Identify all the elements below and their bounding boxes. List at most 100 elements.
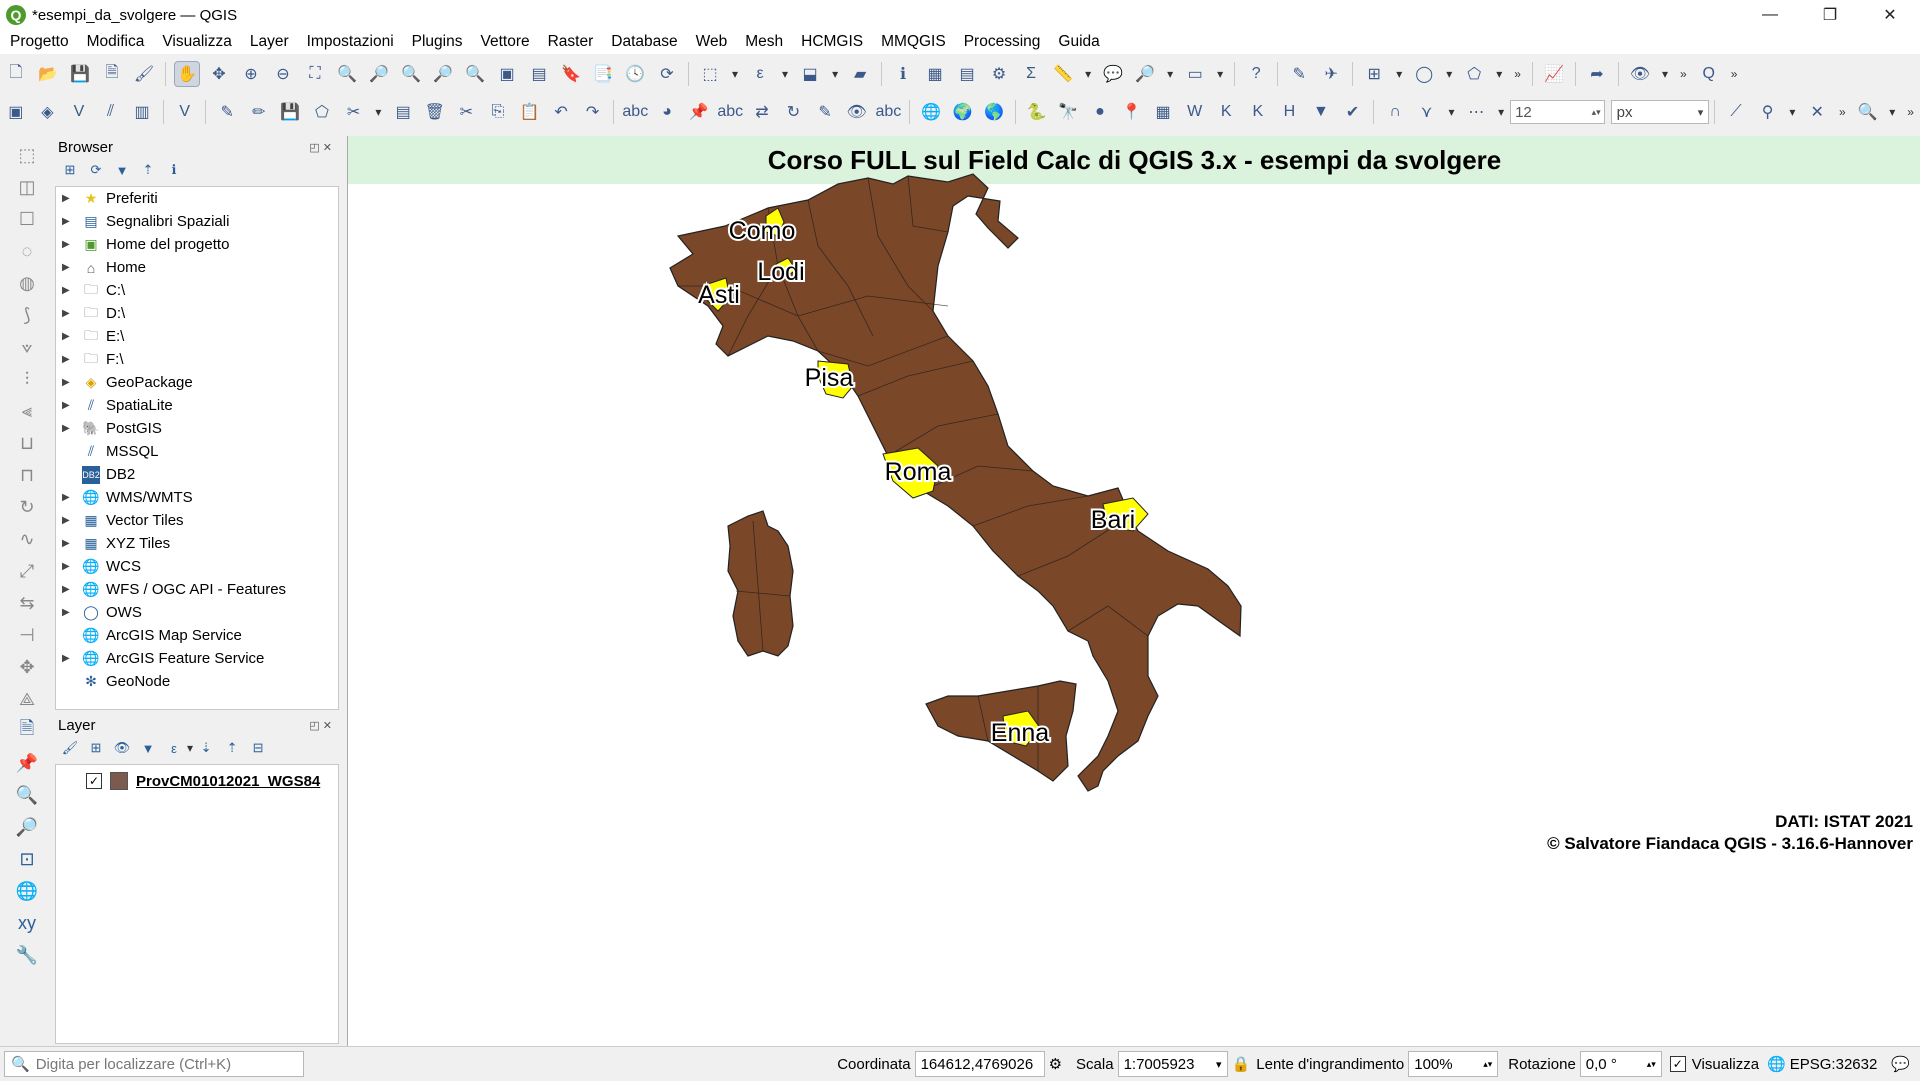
pan-icon[interactable]: ✋ <box>174 61 200 87</box>
identify-icon[interactable]: ℹ <box>890 61 916 87</box>
topology-icon[interactable]: ⚲ <box>1755 99 1781 125</box>
filter-legend-icon[interactable]: ▼ <box>139 739 157 757</box>
snapping-icon[interactable]: ∩ <box>1382 99 1408 125</box>
zoom-in-icon[interactable]: ⊕ <box>238 61 264 87</box>
select-by-value-icon[interactable]: ε <box>747 61 773 87</box>
html-export-icon[interactable]: H <box>1277 99 1303 125</box>
kml-export-icon[interactable]: K <box>1213 99 1239 125</box>
browser-item-segnalibri[interactable]: ▶ ▤ Segnalibri Spaziali <box>56 210 338 233</box>
delete-selected-icon[interactable]: 🗑 <box>422 99 448 125</box>
diagram-icon[interactable]: ◕ <box>654 99 680 125</box>
add-part-icon[interactable]: ◫ <box>12 174 42 200</box>
tracing-icon[interactable]: ⟋ <box>1723 99 1749 125</box>
snapping-tolerance-input[interactable]: 12 ▴▾ <box>1510 100 1605 124</box>
layer-visibility-checkbox[interactable]: ✓ <box>86 773 102 789</box>
plugin-satellite-icon[interactable]: ✈ <box>1318 61 1344 87</box>
coordinate-field[interactable]: 164612,4769026 <box>914 1051 1045 1077</box>
browser-item-c[interactable]: ▶ 🗀 C:\ <box>56 279 338 302</box>
rotate-label-icon[interactable]: ↻ <box>781 99 807 125</box>
measure-icon[interactable]: 📏 <box>1050 61 1076 87</box>
scale-feature-icon[interactable]: ⤢ <box>12 558 42 584</box>
menu-impostazioni[interactable]: Impostazioni <box>297 33 402 51</box>
collapse-all-layers-icon[interactable]: ⇡ <box>223 739 241 757</box>
browser-item-db2[interactable]: ▶DB2DB2 <box>56 463 338 486</box>
lock-scale-icon[interactable]: 🔒 <box>1232 1055 1251 1073</box>
select-features-icon[interactable]: ⬚ <box>697 61 723 87</box>
modify-attributes-icon[interactable]: ▤ <box>390 99 416 125</box>
temporal-controller-icon[interactable]: 🕓 <box>622 61 648 87</box>
crs-globe-icon[interactable]: 🌐 <box>1767 1055 1786 1073</box>
wrench-icon[interactable]: 🔧 <box>12 942 42 968</box>
label-toolbar-icon[interactable]: abc <box>622 99 648 125</box>
crs-label[interactable]: EPSG:32632 <box>1790 1056 1878 1073</box>
add-group-icon[interactable]: ⊞ <box>87 739 105 757</box>
filter-expression-icon[interactable]: ε <box>165 739 183 757</box>
open-project-icon[interactable]: 📂 <box>35 61 61 87</box>
vertex-tool-icon[interactable]: ✂ <box>341 99 367 125</box>
undo-icon[interactable]: ↶ <box>548 99 574 125</box>
snapping-mode-icon[interactable]: ⋎ <box>1414 99 1440 125</box>
menu-layer[interactable]: Layer <box>240 33 297 51</box>
browser-item-preferiti[interactable]: ▶ ★ Preferiti <box>56 187 338 210</box>
show-bookmarks-icon[interactable]: 📑 <box>590 61 616 87</box>
save-project-icon[interactable]: 💾 <box>67 61 93 87</box>
add-spatialite-icon[interactable]: ▥ <box>129 99 155 125</box>
binoculars-search-icon[interactable]: 🔭 <box>1056 99 1082 125</box>
refresh-icon[interactable]: ⟳ <box>654 61 680 87</box>
add-delimited-icon[interactable]: ⫽ <box>98 99 124 125</box>
magic-wand-icon[interactable]: ✎ <box>1286 61 1312 87</box>
move-label-icon[interactable]: ⇄ <box>749 99 775 125</box>
zoom-last-icon[interactable]: 🔎 <box>430 61 456 87</box>
browser-item-wms[interactable]: ▶ 🌐 WMS/WMTS <box>56 486 338 509</box>
browser-item-e[interactable]: ▶ 🗀 E:\ <box>56 325 338 348</box>
zoom-native-icon[interactable]: 🔍 <box>398 61 424 87</box>
browser-item-home[interactable]: ▶ ⌂ Home <box>56 256 338 279</box>
simplify-icon[interactable]: ∿ <box>12 526 42 552</box>
close-button[interactable]: ✕ <box>1860 0 1920 30</box>
globe-icon[interactable]: 🌐 <box>12 878 42 904</box>
pan-to-selection-icon[interactable]: ✥ <box>206 61 232 87</box>
panel-float-close-icon[interactable]: ◰✕ <box>309 141 335 154</box>
menu-modifica[interactable]: Modifica <box>77 33 153 51</box>
browser-item-mssql[interactable]: ▶⫽MSSQL <box>56 440 338 463</box>
attribute-table-icon[interactable]: ▦ <box>922 61 948 87</box>
new-3d-view-icon[interactable]: ▤ <box>526 61 552 87</box>
magnifier-input[interactable]: 100% ▴▾ <box>1408 1051 1499 1077</box>
georef-icon[interactable]: ⊡ <box>12 846 42 872</box>
locator-input[interactable]: 🔍 Digita per localizzare (Ctrl+K) <box>4 1051 304 1077</box>
browser-item-home-progetto[interactable]: ▶ ▣ Home del progetto <box>56 233 338 256</box>
refresh-browser-icon[interactable]: ⟳ <box>87 161 105 179</box>
offset-curve-icon[interactable]: ⟇ <box>12 334 42 360</box>
delete-part-icon[interactable]: ◍ <box>12 270 42 296</box>
scale-select[interactable]: 1:7005923 ▾ <box>1117 1051 1228 1077</box>
remove-layer-icon[interactable]: ⊟ <box>249 739 267 757</box>
kmz-export-icon[interactable]: K <box>1245 99 1271 125</box>
collapse-all-icon[interactable]: ⇡ <box>139 161 157 179</box>
processing-toolbox-icon[interactable]: ⚙ <box>986 61 1012 87</box>
zoom-layer-icon[interactable]: 🔎 <box>366 61 392 87</box>
help-icon[interactable]: ? <box>1243 61 1269 87</box>
toggle-editing-icon[interactable]: ✏ <box>246 99 272 125</box>
paste-icon[interactable]: 📋 <box>517 99 543 125</box>
browser-item-postgis[interactable]: ▶ 🐘 PostGIS <box>56 417 338 440</box>
fill-ring-icon[interactable]: ☐ <box>12 206 42 232</box>
menu-guida[interactable]: Guida <box>1048 33 1107 51</box>
menu-vettore[interactable]: Vettore <box>470 33 537 51</box>
extents-toggle-icon[interactable]: ⚙ <box>1049 1055 1062 1073</box>
binoculars-icon[interactable]: 👁 <box>1627 61 1653 87</box>
deselect-icon[interactable]: ⬓ <box>797 61 823 87</box>
minimize-button[interactable]: — <box>1740 0 1800 30</box>
browser-item-wcs[interactable]: ▶ 🌐 WCS <box>56 555 338 578</box>
save-edits-icon[interactable]: 💾 <box>278 99 304 125</box>
zoom-layer-tool-icon[interactable]: 🔍 <box>12 782 42 808</box>
menu-visualizza[interactable]: Visualizza <box>152 33 240 51</box>
pin-icon[interactable]: 📍 <box>1119 99 1145 125</box>
rotation-input[interactable]: 0,0 ° ▴▾ <box>1579 1051 1662 1077</box>
merge-features-icon[interactable]: ⊔ <box>12 430 42 456</box>
move-feature-icon[interactable]: ✥ <box>12 654 42 680</box>
messages-icon[interactable]: 💬 <box>1891 1055 1910 1073</box>
snapping-unit-select[interactable]: px ▾ <box>1610 100 1710 124</box>
zoom-out-icon[interactable]: ⊖ <box>270 61 296 87</box>
layer-item[interactable]: ✓ ProvCM01012021_WGS84 <box>56 769 338 793</box>
check-geometry-icon[interactable]: ✔ <box>1340 99 1366 125</box>
